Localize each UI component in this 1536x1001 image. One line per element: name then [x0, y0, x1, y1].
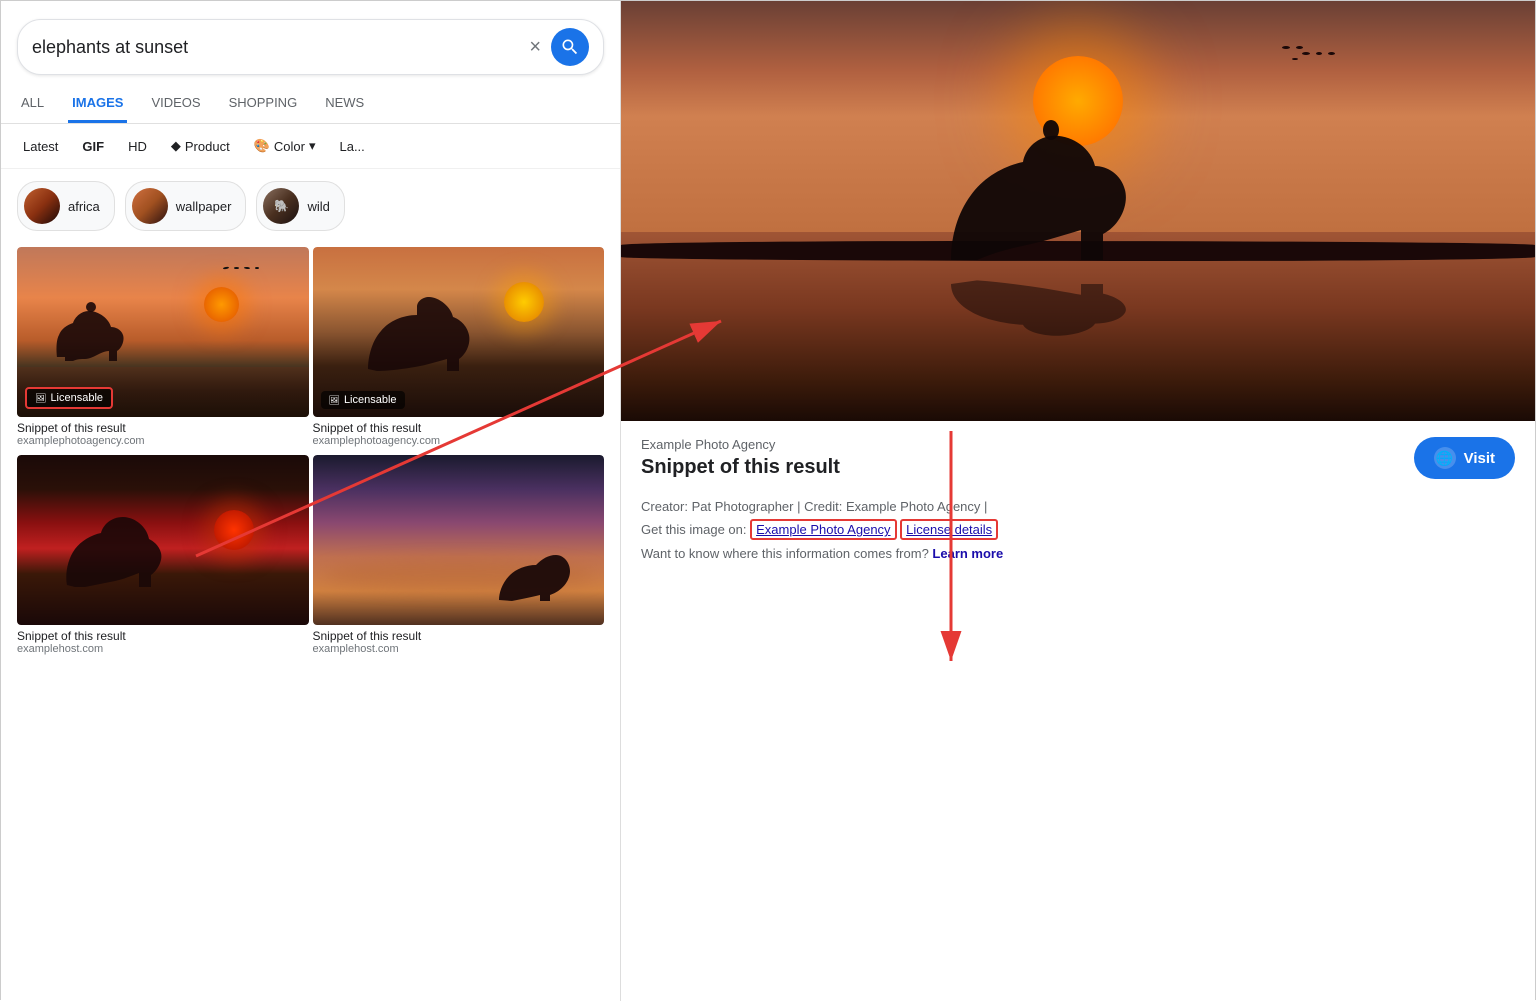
- search-input[interactable]: [32, 37, 529, 58]
- filter-hd[interactable]: HD: [122, 135, 153, 158]
- tab-videos[interactable]: VIDEOS: [147, 85, 204, 123]
- chip-wild-thumb: 🐘: [263, 188, 299, 224]
- left-panel: × ALL IMAGES VIDEOS SHOPPING NEWS Latest…: [1, 1, 621, 1001]
- right-panel: ×: [621, 1, 1535, 1001]
- license-details-link[interactable]: License details: [900, 519, 998, 540]
- filter-more[interactable]: La...: [333, 135, 370, 158]
- filter-gif[interactable]: GIF: [76, 135, 110, 158]
- tab-shopping[interactable]: SHOPPING: [225, 85, 302, 123]
- detail-meta-line1: Creator: Pat Photographer | Credit: Exam…: [641, 495, 1515, 518]
- viewer-detail: Example Photo Agency Snippet of this res…: [621, 421, 1535, 1001]
- chip-africa-thumb: [24, 188, 60, 224]
- grid-caption-4: Snippet of this result: [313, 629, 605, 643]
- viewer-image: ×: [621, 1, 1535, 421]
- product-diamond-icon: ◆: [171, 138, 181, 154]
- detail-meta: Creator: Pat Photographer | Credit: Exam…: [641, 495, 1515, 565]
- grid-caption-2: Snippet of this result: [313, 421, 605, 435]
- learn-more-link[interactable]: Learn more: [932, 546, 1003, 561]
- filter-latest[interactable]: Latest: [17, 135, 64, 158]
- grid-image-3: [17, 455, 309, 625]
- chip-wallpaper[interactable]: wallpaper: [125, 181, 247, 231]
- chip-africa[interactable]: africa: [17, 181, 115, 231]
- viewer-elephant-silhouette: [941, 120, 1141, 270]
- grid-col-left: 🖼 Licensable Snippet of this result exam…: [17, 247, 309, 655]
- globe-icon: 🌐: [1434, 447, 1456, 469]
- grid-item-2[interactable]: 🖼 Licensable Snippet of this result exam…: [313, 247, 605, 447]
- detail-title: Snippet of this result: [641, 456, 840, 479]
- composite-wrapper: × ALL IMAGES VIDEOS SHOPPING NEWS Latest…: [1, 1, 1535, 1001]
- grid-source-3: examplehost.com: [17, 643, 309, 655]
- grid-item-4[interactable]: Snippet of this result examplehost.com: [313, 455, 605, 655]
- dropdown-arrow-icon: ▾: [309, 138, 316, 154]
- search-button[interactable]: [551, 28, 589, 66]
- grid-item-3[interactable]: Snippet of this result examplehost.com: [17, 455, 309, 655]
- tab-images[interactable]: IMAGES: [68, 85, 127, 123]
- filter-product[interactable]: ◆ Product: [165, 134, 236, 158]
- elephant-silhouette-3: [57, 505, 167, 595]
- tab-all[interactable]: ALL: [17, 85, 48, 123]
- detail-meta-line2: Get this image on: Example Photo Agency …: [641, 518, 1515, 541]
- detail-meta-line3: Want to know where this information come…: [641, 542, 1515, 565]
- chip-wallpaper-label: wallpaper: [176, 199, 232, 214]
- grid-source-4: examplehost.com: [313, 643, 605, 655]
- example-photo-agency-link[interactable]: Example Photo Agency: [750, 519, 896, 540]
- tabs-bar: ALL IMAGES VIDEOS SHOPPING NEWS: [1, 85, 620, 124]
- viewer-elephant-reflection: [941, 278, 1141, 338]
- grid-item-1[interactable]: 🖼 Licensable Snippet of this result exam…: [17, 247, 309, 447]
- detail-title-row: Example Photo Agency Snippet of this res…: [641, 437, 1515, 479]
- elephant-silhouette-2: [363, 287, 483, 377]
- licensable-badge-2: 🖼 Licensable: [321, 391, 405, 409]
- grid-col-right: 🖼 Licensable Snippet of this result exam…: [313, 247, 605, 655]
- chip-wild-label: wild: [307, 199, 329, 214]
- chip-africa-label: africa: [68, 199, 100, 214]
- search-bar: ×: [17, 19, 604, 75]
- grid-caption-3: Snippet of this result: [17, 629, 309, 643]
- detail-info: Example Photo Agency Snippet of this res…: [641, 437, 840, 479]
- elephant-silhouette-1: [47, 297, 137, 367]
- grid-caption-1: Snippet of this result: [17, 421, 309, 435]
- elephant-silhouette-4: [494, 545, 574, 605]
- clear-button[interactable]: ×: [529, 36, 541, 59]
- filters-row: Latest GIF HD ◆ Product 🎨 Color ▾ La...: [1, 124, 620, 169]
- filter-color[interactable]: 🎨 Color ▾: [248, 134, 322, 158]
- tab-news[interactable]: NEWS: [321, 85, 368, 123]
- grid-image-4: [313, 455, 605, 625]
- search-icon: [560, 37, 580, 57]
- grid-source-1: examplephotoagency.com: [17, 435, 309, 447]
- image-grid: 🖼 Licensable Snippet of this result exam…: [1, 243, 620, 1001]
- visit-button[interactable]: 🌐 Visit: [1414, 437, 1515, 479]
- detail-agency: Example Photo Agency: [641, 437, 840, 452]
- licensable-badge-1: 🖼 Licensable: [25, 387, 113, 409]
- chip-wallpaper-thumb: [132, 188, 168, 224]
- chip-wild[interactable]: 🐘 wild: [256, 181, 344, 231]
- grid-source-2: examplephotoagency.com: [313, 435, 605, 447]
- color-palette-icon: 🎨: [254, 138, 270, 154]
- chips-row: africa wallpaper 🐘 wild: [1, 169, 620, 243]
